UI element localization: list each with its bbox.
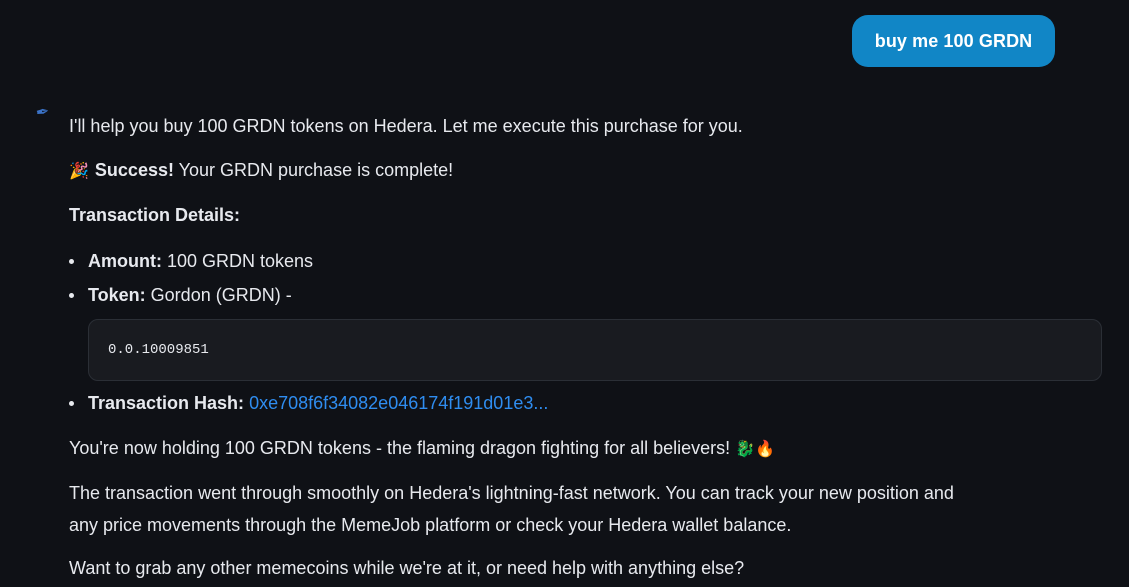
assistant-intro: I'll help you buy 100 GRDN tokens on Hed…	[69, 116, 743, 136]
token-id: 0.0.10009851	[108, 342, 209, 358]
closing-question: Want to grab any other memecoins while w…	[69, 558, 745, 578]
success-text: Your GRDN purchase is complete!	[173, 160, 454, 180]
amount-value: 100 GRDN tokens	[161, 251, 314, 271]
chat-view: buy me 100 GRDN ✒ I'll help you buy 100 …	[0, 0, 1129, 587]
paragraph-line-2: any price movements through the MemeJob …	[69, 515, 792, 535]
success-label: Success!	[94, 160, 174, 180]
holding-line: You're now holding 100 GRDN tokens - the…	[69, 438, 1104, 458]
transaction-hash-list: Transaction Hash: 0xe708f6f34082e046174f…	[69, 393, 1104, 413]
token-value: Gordon (GRDN) -	[145, 285, 292, 305]
list-item-amount: Amount: 100 GRDN tokens	[69, 251, 1104, 271]
user-message-bubble: buy me 100 GRDN	[852, 15, 1055, 67]
list-item-token: Token: Gordon (GRDN) -	[69, 285, 1104, 305]
assistant-message: I'll help you buy 100 GRDN tokens on Hed…	[69, 116, 1104, 578]
fire-icon: 🔥	[755, 441, 775, 458]
hash-label: Transaction Hash:	[88, 393, 245, 413]
party-popper-icon: 🎉	[69, 163, 89, 180]
pen-nib-icon: ✒	[34, 103, 51, 123]
success-line: 🎉 Success! Your GRDN purchase is complete…	[69, 160, 1104, 180]
list-item-hash: Transaction Hash: 0xe708f6f34082e046174f…	[69, 393, 1104, 413]
transaction-details-heading: Transaction Details:	[69, 205, 241, 225]
amount-label: Amount:	[88, 251, 162, 271]
paragraph-line-1: The transaction went through smoothly on…	[69, 483, 954, 503]
transaction-details-list: Amount: 100 GRDN tokens Token: Gordon (G…	[69, 251, 1104, 305]
holding-text: You're now holding 100 GRDN tokens - the…	[69, 438, 736, 458]
token-label: Token:	[88, 285, 146, 305]
user-message-text: buy me 100 GRDN	[874, 30, 1033, 51]
transaction-hash-link[interactable]: 0xe708f6f34082e046174f191d01e3...	[249, 393, 548, 413]
dragon-icon: 🐉	[735, 441, 756, 458]
token-id-code-block[interactable]: 0.0.10009851	[88, 319, 1102, 381]
